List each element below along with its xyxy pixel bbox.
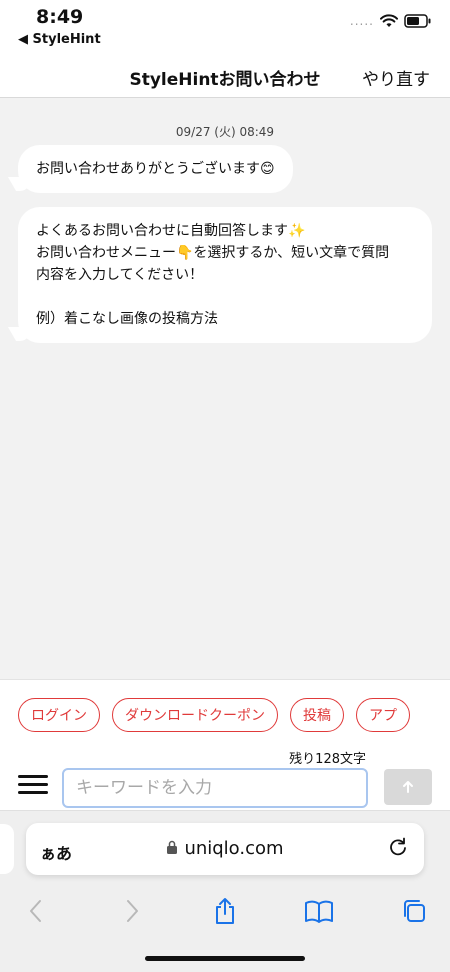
nav-bar: StyleHintお問い合わせ やり直す [0,52,450,98]
bot-message-bubble: よくあるお問い合わせに自動回答します✨ お問い合わせメニュー👇を選択するか、短い… [18,207,432,343]
quick-reply-app[interactable]: アプ [356,698,410,732]
browser-chrome: ぁあ uniqlo.com [0,810,450,972]
message-line: 内容を入力してください！ [36,267,204,283]
message-line: お問い合わせありがとうございます😊 [36,161,275,177]
back-to-app-link[interactable]: ◀ StyleHint [18,32,101,47]
status-bar: 8:49 ◀ StyleHint ..... [0,0,450,52]
message-line: 例）着こなし画像の投稿方法 [36,311,218,327]
url-text[interactable]: uniqlo.com [26,838,424,859]
bot-message-bubble: お問い合わせありがとうございます😊 [18,145,293,193]
quick-reply-post[interactable]: 投稿 [290,698,344,732]
message-line [36,286,414,308]
send-button[interactable] [384,769,432,805]
forward-chevron-icon[interactable] [112,891,152,931]
message-timestamp: 09/27 (火) 08:49 [175,125,275,139]
battery-icon [404,14,432,28]
chat-area[interactable]: 09/27 (火) 08:49 お問い合わせありがとうございます😊 よくあるお問… [0,99,450,679]
message-line: よくあるお問い合わせに自動回答します✨ [36,223,306,239]
quick-reply-login[interactable]: ログイン [18,698,100,732]
wifi-icon [380,14,398,28]
status-time: 8:49 [36,6,84,28]
status-indicators: ..... [350,14,432,28]
menu-icon[interactable] [18,775,48,795]
address-bar[interactable]: ぁあ uniqlo.com [26,823,424,875]
browser-toolbar [0,891,450,931]
signal-dots: ..... [349,14,374,28]
lock-icon [167,840,178,854]
previous-tab-peek[interactable] [0,824,14,874]
quick-reply-list: ログイン ダウンロードクーポン 投稿 アプ [18,698,410,732]
send-arrow-icon [403,781,413,793]
home-indicator[interactable] [145,956,305,961]
reload-icon[interactable] [386,835,410,859]
quick-reply-download-coupon[interactable]: ダウンロードクーポン [112,698,278,732]
keyword-input[interactable] [62,768,368,808]
redo-button[interactable]: やり直す [362,65,430,90]
remaining-characters: 残り128文字 [289,752,366,767]
share-icon[interactable] [205,891,245,931]
back-chevron-icon[interactable] [16,891,56,931]
bookmarks-icon[interactable] [299,891,339,931]
url-domain: uniqlo.com [184,838,284,859]
tabs-icon[interactable] [394,891,434,931]
message-line: お問い合わせメニュー👇を選択するか、短い文章で質問 [36,245,390,261]
